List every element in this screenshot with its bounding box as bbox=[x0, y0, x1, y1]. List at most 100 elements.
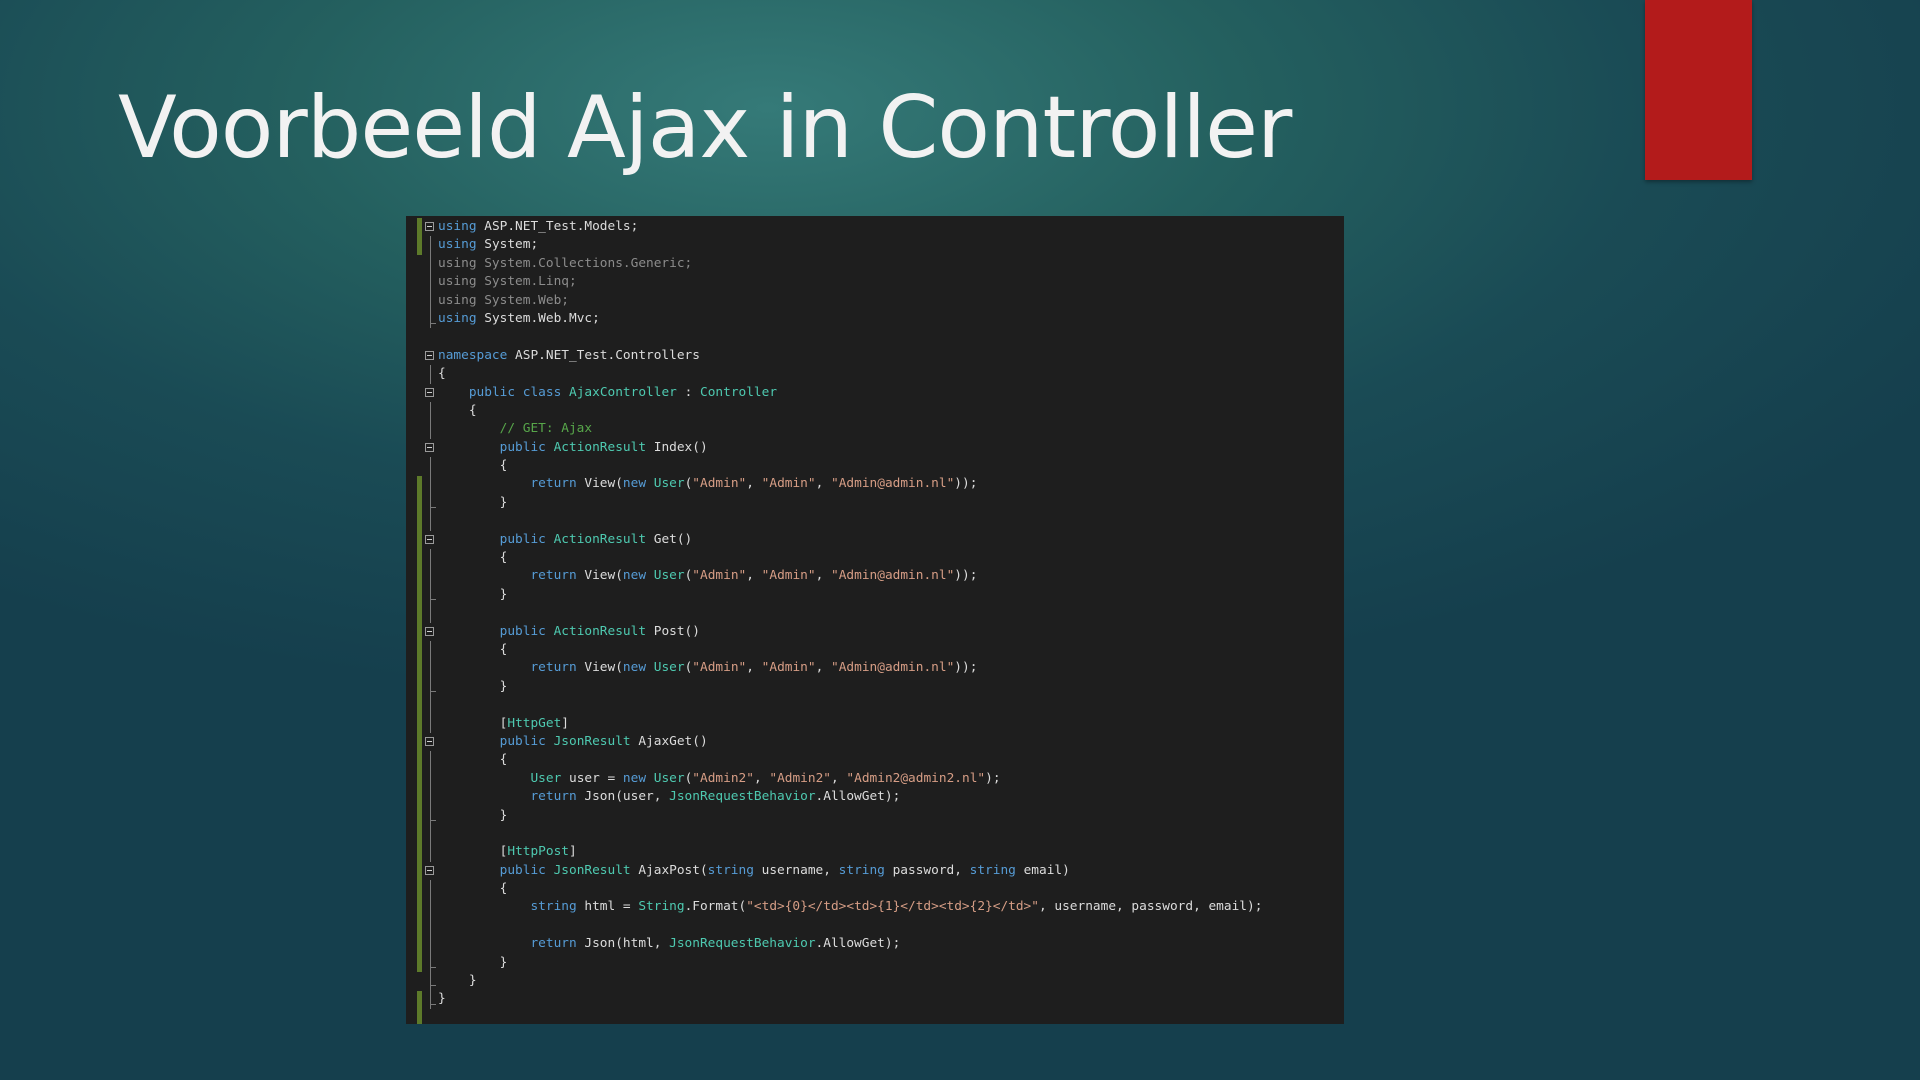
code-line: using ASP.NET_Test.Models; bbox=[406, 218, 1344, 236]
code-token: "<td>{0}</td><td>{1}</td><td>{2}</td>" bbox=[746, 899, 1039, 915]
code-token: string bbox=[969, 862, 1016, 878]
red-accent-bar bbox=[1645, 0, 1752, 180]
code-text: using System.Linq; bbox=[438, 274, 577, 289]
collapse-icon[interactable] bbox=[425, 736, 434, 746]
code-token: ] bbox=[569, 844, 577, 860]
code-token: public bbox=[499, 439, 554, 455]
code-token: .Format( bbox=[684, 899, 747, 915]
code-token: JsonRequestBehavior bbox=[669, 789, 816, 805]
code-token: AjaxGet() bbox=[630, 733, 708, 749]
code-token: new bbox=[622, 770, 654, 786]
code-text: } bbox=[438, 973, 477, 988]
code-token: JsonResult bbox=[553, 733, 631, 749]
code-token: "Admin" bbox=[692, 568, 747, 584]
code-token: , bbox=[746, 476, 762, 492]
code-text: } bbox=[438, 587, 508, 602]
code-token: User bbox=[530, 770, 562, 786]
code-token: using System.Linq; bbox=[438, 274, 577, 290]
code-token: User bbox=[653, 568, 685, 584]
code-token: username, bbox=[753, 862, 839, 878]
collapse-icon[interactable] bbox=[425, 534, 434, 544]
code-token: JsonRequestBehavior bbox=[669, 936, 816, 952]
code-text: { bbox=[438, 366, 446, 381]
code-line: public ActionResult Post() bbox=[406, 623, 1344, 641]
code-token: // GET: Ajax bbox=[499, 421, 593, 437]
collapse-icon[interactable] bbox=[425, 387, 434, 397]
code-text: using System.Collections.Generic; bbox=[438, 256, 692, 271]
code-text: } bbox=[438, 954, 508, 970]
outline-guide bbox=[430, 990, 436, 1009]
code-line: } bbox=[406, 953, 1344, 973]
outline-guide bbox=[430, 953, 436, 973]
code-token: email) bbox=[1015, 862, 1070, 878]
code-token: public bbox=[499, 862, 554, 878]
code-token: namespace bbox=[438, 347, 508, 363]
code-token: using bbox=[438, 237, 477, 253]
code-token: "Admin@admin.nl" bbox=[831, 660, 955, 676]
outline-guide bbox=[430, 585, 436, 605]
code-token: } bbox=[499, 807, 508, 823]
outline-guide bbox=[430, 604, 431, 623]
code-token: { bbox=[499, 458, 508, 474]
code-block: using ASP.NET_Test.Models; using System; u… bbox=[406, 218, 1344, 1009]
code-token: ActionResult bbox=[553, 531, 647, 547]
outline-guide bbox=[430, 309, 436, 329]
code-line: string html = String.Format("<td>{0}</td… bbox=[406, 898, 1344, 917]
code-token: string bbox=[707, 862, 754, 878]
code-text: { bbox=[438, 403, 477, 418]
code-token: HttpPost bbox=[507, 844, 569, 860]
collapse-icon[interactable] bbox=[425, 865, 434, 875]
code-token: "Admin@admin.nl" bbox=[831, 476, 955, 492]
outline-guide bbox=[430, 972, 436, 991]
code-text: } bbox=[438, 678, 508, 694]
code-token: : bbox=[676, 384, 700, 400]
collapse-icon[interactable] bbox=[425, 222, 434, 231]
code-token: return bbox=[530, 660, 577, 676]
outline-guide bbox=[430, 806, 436, 825]
outline-guide bbox=[430, 769, 431, 789]
code-line: using System.Linq; bbox=[406, 273, 1344, 292]
outline-guide bbox=[430, 788, 431, 807]
code-line: } bbox=[406, 585, 1344, 605]
code-line bbox=[406, 512, 1344, 531]
code-line: public class AjaxController : Controller bbox=[406, 384, 1344, 402]
outline-guide bbox=[430, 401, 431, 421]
code-text: public JsonResult AjaxPost(string userna… bbox=[438, 863, 1070, 878]
code-token: .AllowGet); bbox=[815, 936, 901, 952]
code-token: Controller bbox=[700, 384, 778, 400]
code-token: using bbox=[438, 310, 477, 326]
code-token: "Admin" bbox=[692, 476, 747, 492]
code-text: public ActionResult Index() bbox=[438, 440, 708, 455]
code-line: using System; bbox=[406, 236, 1344, 255]
code-text: return Json(html, JsonRequestBehavior.Al… bbox=[438, 936, 900, 951]
collapse-icon[interactable] bbox=[425, 626, 434, 636]
collapse-icon[interactable] bbox=[425, 350, 434, 360]
code-token: , bbox=[746, 660, 762, 676]
code-token: String bbox=[638, 899, 685, 915]
code-line: using System.Web; bbox=[406, 291, 1344, 310]
collapse-icon[interactable] bbox=[425, 442, 434, 452]
code-token: } bbox=[499, 954, 508, 970]
code-token: } bbox=[499, 678, 508, 694]
code-token: , bbox=[746, 568, 762, 584]
code-text: } bbox=[438, 991, 446, 1006]
code-line: public JsonResult AjaxGet() bbox=[406, 733, 1344, 751]
code-token: System; bbox=[476, 237, 539, 253]
code-token: "Admin2" bbox=[769, 770, 831, 786]
outline-guide bbox=[430, 696, 431, 715]
code-token: HttpGet bbox=[507, 715, 562, 731]
code-token: ActionResult bbox=[553, 439, 647, 455]
code-token: { bbox=[438, 366, 446, 382]
code-token: Json(user, bbox=[576, 789, 670, 805]
code-token: { bbox=[499, 752, 508, 768]
code-token: html = bbox=[576, 899, 639, 915]
code-line: using System.Collections.Generic; bbox=[406, 254, 1344, 274]
outline-guide bbox=[430, 549, 431, 568]
code-line: return View(new User("Admin", "Admin", "… bbox=[406, 475, 1344, 494]
code-text: using System; bbox=[438, 237, 538, 252]
code-text: using System.Web; bbox=[438, 293, 569, 308]
code-text: User user = new User("Admin2", "Admin2",… bbox=[438, 770, 1000, 786]
code-token: public bbox=[499, 623, 554, 639]
code-token: , username, password, email); bbox=[1038, 899, 1263, 915]
code-token: User bbox=[653, 660, 685, 676]
